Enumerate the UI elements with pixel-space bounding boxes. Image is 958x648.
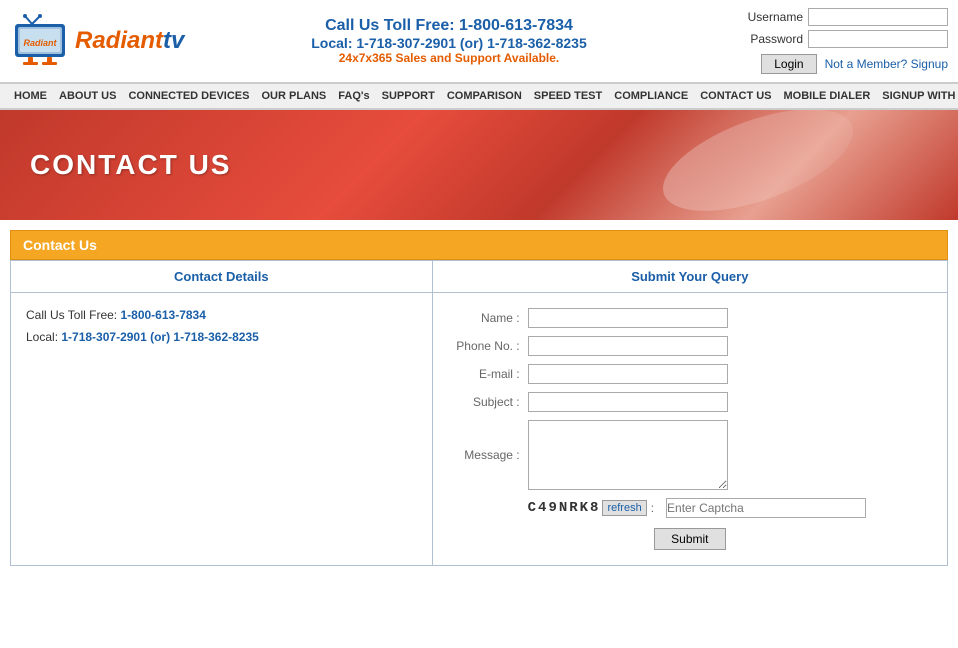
message-row: Message : — [448, 420, 932, 490]
toll-free-header: Call Us Toll Free: 1-800-613-7834 — [210, 17, 688, 35]
username-input[interactable] — [808, 8, 948, 26]
logo-area: Radiant Radianttv — [10, 14, 210, 69]
captcha-refresh-button[interactable]: refresh — [602, 500, 646, 516]
subject-label: Subject : — [448, 395, 528, 409]
logo-text: Radianttv — [75, 27, 184, 55]
name-input[interactable] — [528, 308, 728, 328]
email-row: E-mail : — [448, 364, 932, 384]
password-input[interactable] — [808, 30, 948, 48]
captcha-colon: : — [651, 501, 654, 515]
nav-our-plans[interactable]: OUR PLANS — [255, 88, 332, 104]
password-row: Password — [738, 30, 948, 48]
email-label: E-mail : — [448, 367, 528, 381]
nav-mobile-dialer[interactable]: MOBILE DIALER — [778, 88, 877, 104]
nav-home[interactable]: HOME — [8, 88, 53, 104]
header: Radiant Radianttv Call Us Toll Free: 1-8… — [0, 0, 958, 83]
header-right: Username Password Login Not a Member? Si… — [688, 8, 948, 74]
nav-support[interactable]: SUPPORT — [376, 88, 441, 104]
signup-link[interactable]: Not a Member? Signup — [825, 57, 948, 71]
phone-row: Phone No. : — [448, 336, 932, 356]
nav: HOME ABOUT US CONNECTED DEVICES OUR PLAN… — [0, 83, 958, 110]
nav-comparison[interactable]: COMPARISON — [441, 88, 528, 104]
captcha-input[interactable] — [666, 498, 866, 518]
contact-toll-free: Call Us Toll Free: 1-800-613-7834 — [26, 308, 417, 322]
svg-text:Radiant: Radiant — [23, 38, 57, 48]
captcha-value: C49NRK8 — [528, 500, 601, 516]
nav-faqs[interactable]: FAQ's — [332, 88, 375, 104]
nav-about-us[interactable]: ABOUT US — [53, 88, 122, 104]
banner-title: CONTACT US — [30, 149, 231, 181]
username-row: Username — [738, 8, 948, 26]
contact-local: Local: 1-718-307-2901 (or) 1-718-362-823… — [26, 330, 417, 344]
submit-row: Submit — [448, 528, 932, 550]
nav-contact-us[interactable]: CONTACT US — [694, 88, 777, 104]
banner: CONTACT US — [0, 110, 958, 220]
name-row: Name : — [448, 308, 932, 328]
captcha-row: C49NRK8 refresh : — [448, 498, 932, 518]
username-label: Username — [738, 10, 803, 24]
phone-input[interactable] — [528, 336, 728, 356]
col1-header: Contact Details — [11, 261, 433, 293]
subject-row: Subject : — [448, 392, 932, 412]
phone-label: Phone No. : — [448, 339, 528, 353]
nav-speed-test[interactable]: SPEED TEST — [528, 88, 608, 104]
nav-signup-with-pin[interactable]: SIGNUP WITH PIN — [876, 88, 958, 104]
name-label: Name : — [448, 311, 528, 325]
password-label: Password — [738, 32, 803, 46]
form-cell: Name : Phone No. : E-mail : Subject : — [432, 293, 947, 566]
support-text: 24x7x365 Sales and Support Available. — [210, 51, 688, 65]
contact-table: Contact Details Submit Your Query Call U… — [10, 260, 948, 566]
login-button[interactable]: Login — [761, 54, 816, 74]
logo-icon: Radiant — [10, 14, 70, 69]
header-center: Call Us Toll Free: 1-800-613-7834 Local:… — [210, 17, 688, 65]
section-header: Contact Us — [10, 230, 948, 260]
subject-input[interactable] — [528, 392, 728, 412]
email-input[interactable] — [528, 364, 728, 384]
contact-details-cell: Call Us Toll Free: 1-800-613-7834 Local:… — [11, 293, 433, 566]
local-header: Local: 1-718-307-2901 (or) 1-718-362-823… — [210, 35, 688, 51]
nav-compliance[interactable]: COMPLIANCE — [608, 88, 694, 104]
message-textarea[interactable] — [528, 420, 728, 490]
message-label: Message : — [448, 448, 528, 462]
col2-header: Submit Your Query — [432, 261, 947, 293]
submit-button[interactable]: Submit — [654, 528, 725, 550]
login-actions: Login Not a Member? Signup — [688, 54, 948, 74]
main-content: Contact Us Contact Details Submit Your Q… — [0, 220, 958, 576]
nav-connected-devices[interactable]: CONNECTED DEVICES — [122, 88, 255, 104]
